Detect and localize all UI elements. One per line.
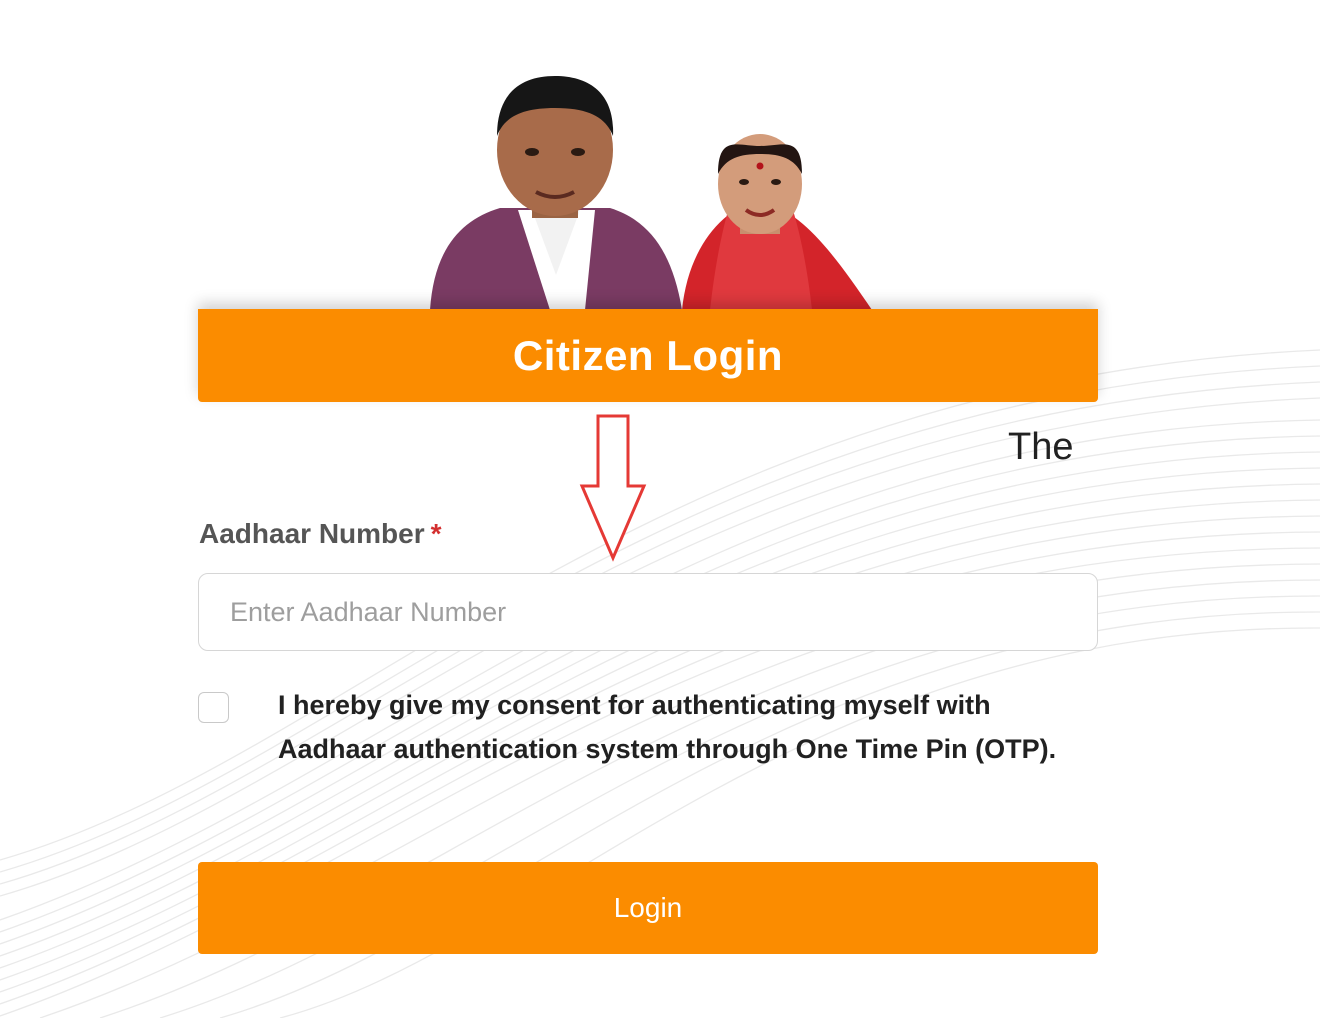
login-button[interactable]: Login (198, 862, 1098, 954)
scrolling-notice-text: The (1008, 426, 1074, 468)
consent-checkbox[interactable] (198, 692, 229, 723)
page-title: Citizen Login (512, 331, 784, 379)
aadhaar-number-label-text: Aadhaar Number (199, 518, 425, 549)
citizen-login-header: Citizen Login (198, 309, 1098, 402)
aadhaar-number-input[interactable] (198, 573, 1098, 651)
aadhaar-number-label: Aadhaar Number * (199, 518, 442, 550)
woman-portrait (682, 134, 872, 310)
leaders-photo (430, 76, 872, 310)
man-portrait (430, 76, 682, 310)
down-arrow-icon (579, 414, 647, 562)
consent-text: I hereby give my consent for authenticat… (278, 690, 1057, 764)
required-asterisk: * (430, 518, 442, 549)
